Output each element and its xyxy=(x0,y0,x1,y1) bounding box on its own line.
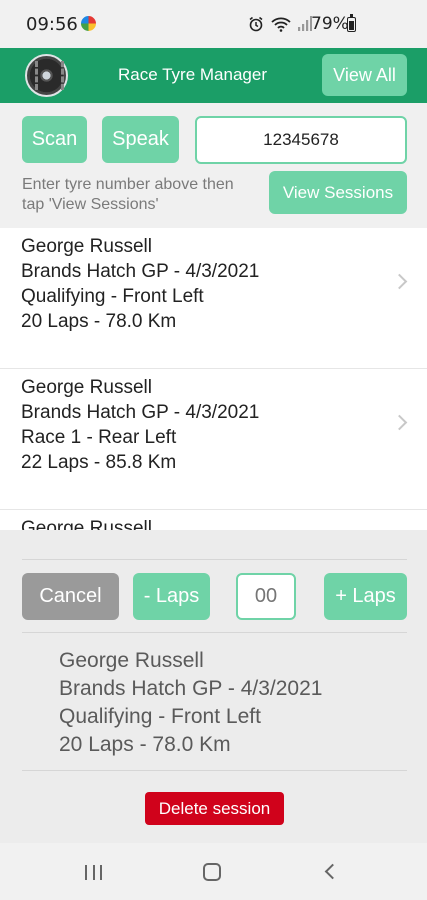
panel-divider xyxy=(22,632,407,633)
selected-circuit-date: Brands Hatch GP - 4/3/2021 xyxy=(59,677,323,700)
session-circuit-date: Brands Hatch GP - 4/3/2021 xyxy=(21,261,260,282)
signal-icon xyxy=(298,16,312,31)
tyre-number-input[interactable] xyxy=(195,116,407,164)
search-area: Scan Speak Enter tyre number above then … xyxy=(0,103,427,228)
system-nav-bar xyxy=(0,843,427,900)
session-list-item[interactable]: George Russell Brands Hatch GP - 4/3/202… xyxy=(0,228,427,369)
sessions-list[interactable]: George Russell Brands Hatch GP - 4/3/202… xyxy=(0,228,427,530)
status-bar: 09:56 79% xyxy=(0,0,427,48)
minus-laps-button[interactable]: - Laps xyxy=(133,573,210,620)
session-laps-distance: 20 Laps - 78.0 Km xyxy=(21,311,177,332)
recents-icon[interactable] xyxy=(85,865,102,880)
selected-session-details: George Russell Brands Hatch GP - 4/3/202… xyxy=(59,647,322,759)
scan-button[interactable]: Scan xyxy=(22,116,87,163)
app-title: Race Tyre Manager xyxy=(118,65,267,84)
cancel-button[interactable]: Cancel xyxy=(22,573,119,620)
view-all-button[interactable]: View All xyxy=(322,54,407,96)
laps-input[interactable] xyxy=(236,573,296,620)
session-driver: George Russell xyxy=(21,236,152,257)
session-driver: George Russell xyxy=(21,518,152,530)
session-driver: George Russell xyxy=(21,377,152,398)
speak-button[interactable]: Speak xyxy=(102,116,179,163)
selected-type-position: Qualifying - Front Left xyxy=(59,705,261,728)
plus-laps-button[interactable]: + Laps xyxy=(324,573,407,620)
session-list-item[interactable]: George Russell Brands Hatch GP - 4/3/202… xyxy=(0,369,427,510)
view-sessions-button[interactable]: View Sessions xyxy=(269,171,407,214)
panel-divider xyxy=(22,770,407,771)
session-edit-panel: Cancel - Laps + Laps George Russell Bran… xyxy=(0,530,427,843)
search-hint: Enter tyre number above then tap 'View S… xyxy=(22,176,234,213)
delete-session-button[interactable]: Delete session xyxy=(145,792,284,825)
battery-icon xyxy=(347,14,356,32)
panel-divider xyxy=(22,559,407,560)
app-header: Race Tyre Manager View All xyxy=(0,48,427,103)
notification-icon xyxy=(81,16,96,31)
back-icon[interactable] xyxy=(324,863,341,880)
session-laps-distance: 22 Laps - 85.8 Km xyxy=(21,452,177,473)
session-circuit-date: Brands Hatch GP - 4/3/2021 xyxy=(21,402,260,423)
tyre-logo-icon xyxy=(25,54,68,97)
wifi-icon xyxy=(271,17,291,32)
selected-laps-distance: 20 Laps - 78.0 Km xyxy=(59,733,231,756)
session-list-item[interactable]: George Russell xyxy=(0,510,427,530)
session-type-position: Race 1 - Rear Left xyxy=(21,427,177,448)
alarm-icon xyxy=(249,16,263,32)
status-icons xyxy=(248,15,312,33)
battery-percent: 79% xyxy=(311,14,349,34)
session-type-position: Qualifying - Front Left xyxy=(21,286,204,307)
status-time: 09:56 xyxy=(26,14,78,35)
selected-driver: George Russell xyxy=(59,649,204,672)
home-icon[interactable] xyxy=(203,863,221,881)
